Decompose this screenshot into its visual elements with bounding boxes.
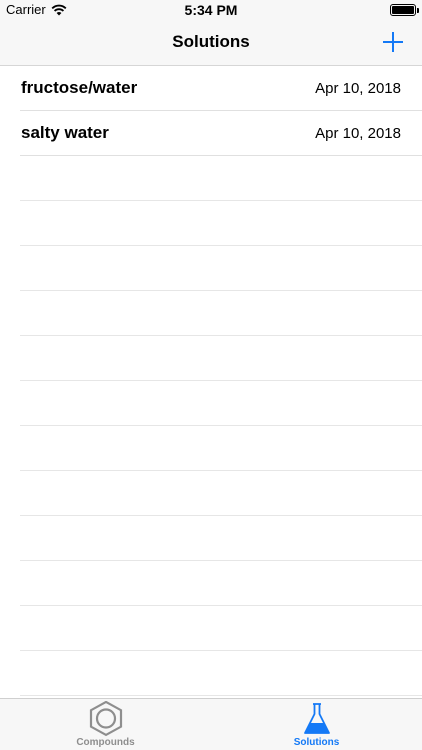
battery-level [392,6,414,14]
list-item[interactable]: salty water Apr 10, 2018 [20,111,422,156]
solutions-list[interactable]: fructose/water Apr 10, 2018 salty water … [0,66,422,698]
empty-row [20,381,422,426]
empty-row [20,156,422,201]
navigation-bar: Solutions [0,20,422,66]
empty-row [20,201,422,246]
status-bar: Carrier 5:34 PM [0,0,422,20]
tab-compounds[interactable]: Compounds [0,699,211,750]
benzene-ring-icon [89,701,122,737]
empty-row [20,246,422,291]
solution-date: Apr 10, 2018 [315,80,401,97]
page-title: Solutions [172,32,250,51]
empty-row [20,561,422,606]
empty-row [20,426,422,471]
flask-icon [303,703,330,734]
add-solution-button[interactable] [380,29,406,55]
tab-solutions[interactable]: Solutions [211,699,422,750]
empty-row [20,651,422,696]
empty-row [20,606,422,651]
solution-name: salty water [21,123,109,142]
status-time: 5:34 PM [184,2,238,18]
solution-name: fructose/water [21,78,138,97]
list-item[interactable]: fructose/water Apr 10, 2018 [20,66,422,111]
empty-row [20,471,422,516]
empty-row [20,291,422,336]
solution-date: Apr 10, 2018 [315,125,401,142]
battery-icon [390,4,419,16]
empty-row [20,336,422,381]
empty-row [20,516,422,561]
tab-label: Solutions [293,737,340,748]
tab-bar: Compounds Solutions [0,698,422,750]
tab-label: Compounds [76,737,135,748]
